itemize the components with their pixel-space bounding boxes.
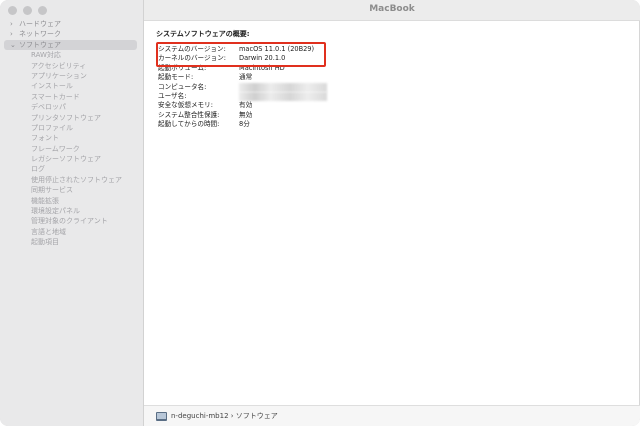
zoom-window-button[interactable] [38, 6, 47, 15]
sidebar-subitem[interactable]: 機能拡張 [0, 196, 143, 206]
close-window-button[interactable] [8, 6, 17, 15]
sidebar-subitem[interactable]: プリンタソフトウェア [0, 113, 143, 123]
detail-pane: システムソフトウェアの概要: システムのバージョン: macOS 11.0.1 (… [144, 21, 640, 405]
redacted-value [239, 82, 327, 92]
sidebar-subitem[interactable]: 言語と地域 [0, 227, 143, 237]
info-key: 起動モード: [158, 73, 194, 82]
sidebar-subitem[interactable]: ログ [0, 164, 143, 174]
sidebar-item-label: ハードウェア [19, 20, 61, 28]
section-heading: システムソフトウェアの概要: [156, 30, 250, 38]
sidebar-subitem[interactable]: アプリケーション [0, 71, 143, 81]
path-bar: n-deguchi-mb12 › ソフトウェア [144, 405, 640, 426]
chevron-right-icon[interactable]: › [10, 19, 13, 29]
sidebar-subitem[interactable]: 管理対象のクライアント [0, 216, 143, 226]
minimize-window-button[interactable] [23, 6, 32, 15]
sidebar-subitem[interactable]: アクセシビリティ [0, 61, 143, 71]
sidebar-subitem[interactable]: レガシーソフトウェア [0, 154, 143, 164]
info-value: 8分 [239, 120, 250, 129]
sidebar-subitem[interactable]: 環境設定パネル [0, 206, 143, 216]
category-tree: › ハードウェア › ネットワーク ⌄ ソフトウェア RAW対応 アクセシビリティ… [0, 19, 143, 248]
info-row: ユーザ名: [158, 91, 327, 101]
info-key: 起動してからの時間: [158, 120, 220, 129]
software-subcategories: RAW対応 アクセシビリティ アプリケーション インストール スマートカード デベロッパプ… [0, 50, 143, 247]
chevron-down-icon[interactable]: ⌄ [10, 40, 16, 50]
info-value: 有効 [239, 101, 253, 110]
sidebar-item-hardware[interactable]: › ハードウェア [0, 19, 143, 29]
chevron-right-icon[interactable]: › [10, 29, 13, 39]
info-row: コンピュータ名: [158, 82, 327, 92]
info-key: 安全な仮想メモリ: [158, 101, 213, 110]
sidebar-subitem[interactable]: フォント [0, 133, 143, 143]
info-row: 起動モード: 通常 [158, 73, 327, 82]
info-row: システム整合性保護: 無効 [158, 111, 327, 120]
sidebar-subitem[interactable]: スマートカード [0, 92, 143, 102]
info-value: 無効 [239, 110, 253, 119]
sidebar-subitem[interactable]: 同期サービス [0, 185, 143, 195]
breadcrumb-text[interactable]: n-deguchi-mb12 › ソフトウェア [171, 411, 278, 421]
sidebar-subitem[interactable]: フレームワーク [0, 144, 143, 154]
laptop-icon [156, 411, 167, 421]
sidebar-item-software[interactable]: ⌄ ソフトウェア [4, 39, 137, 51]
system-information-window: › ハードウェア › ネットワーク ⌄ ソフトウェア RAW対応 アクセシビリティ… [0, 0, 640, 426]
sidebar-item-label: ソフトウェア [19, 40, 61, 49]
redacted-value [239, 91, 327, 101]
sidebar-subitem[interactable]: 起動項目 [0, 237, 143, 247]
sidebar-item-label: ネットワーク [19, 30, 61, 39]
info-row: 起動してからの時間: 8分 [158, 120, 327, 129]
breadcrumb: n-deguchi-mb12 › ソフトウェア [156, 411, 278, 421]
sidebar-subitem[interactable]: RAW対応 [0, 50, 143, 60]
window-controls [8, 6, 47, 15]
sidebar: › ハードウェア › ネットワーク ⌄ ソフトウェア RAW対応 アクセシビリティ… [0, 0, 144, 426]
sidebar-item-network[interactable]: › ネットワーク [0, 29, 143, 39]
info-key: システム整合性保護: [158, 110, 220, 119]
highlight-annotation-box [156, 42, 326, 67]
titlebar: MacBook [144, 0, 640, 21]
window-title: MacBook [369, 4, 415, 14]
sidebar-subitem[interactable]: プロファイル [0, 123, 143, 133]
sidebar-subitem[interactable]: デベロッパ [0, 102, 143, 112]
info-row: 安全な仮想メモリ: 有効 [158, 101, 327, 110]
sidebar-subitem[interactable]: インストール [0, 81, 143, 91]
info-value: 通常 [239, 73, 253, 82]
sidebar-subitem[interactable]: 使用停止されたソフトウェア [0, 175, 143, 185]
